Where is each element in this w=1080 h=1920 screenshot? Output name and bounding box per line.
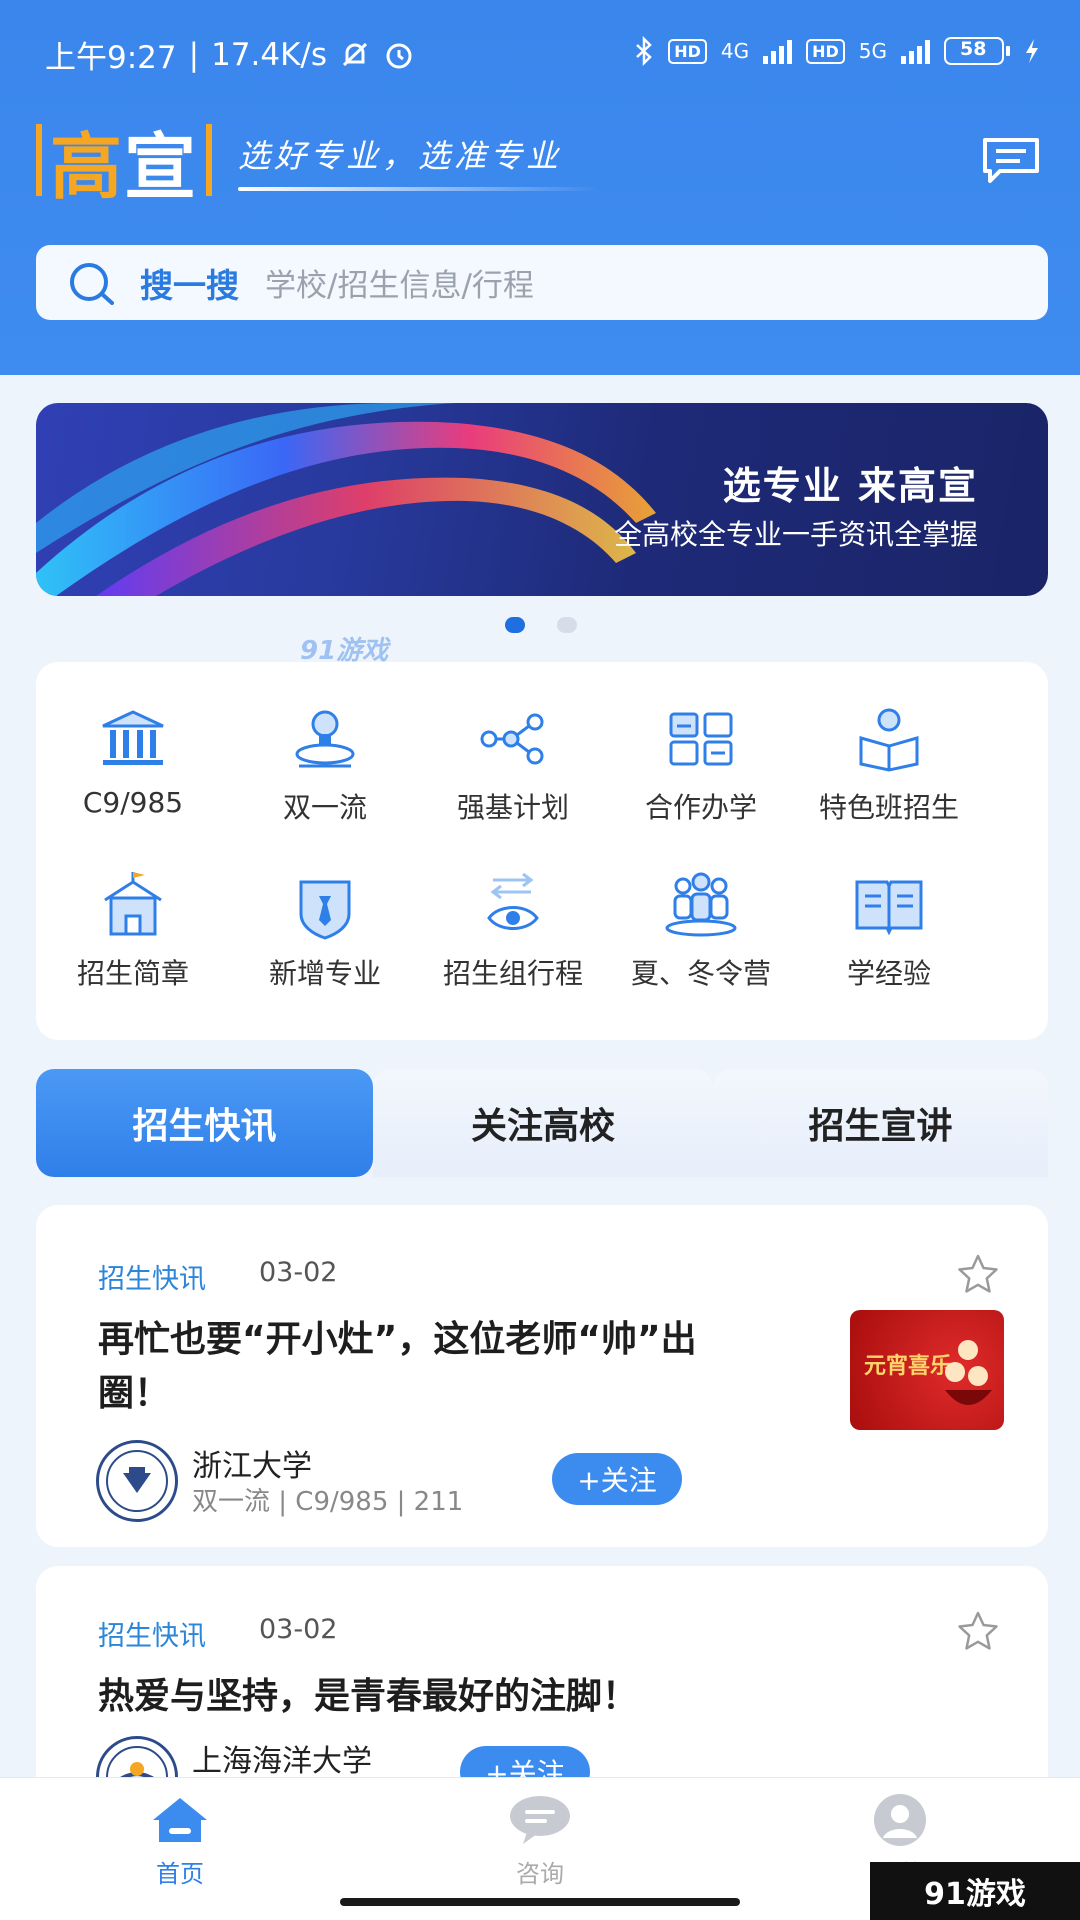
network-speed: 17.4K/s [211, 36, 328, 73]
brand-logo: 高宣 选好专业，选准专业 [36, 120, 599, 209]
app-header: 上午9:27 | 17.4K/s HD 4G HD 5G 58 高宣 选好专业，… [0, 0, 1080, 375]
book-icon [855, 880, 923, 936]
category-camps[interactable]: 夏、冬令营 [606, 870, 796, 992]
group-icon [665, 872, 737, 937]
nav-home[interactable]: 首页 [100, 1792, 260, 1889]
search-bar[interactable]: 搜一搜 学校/招生信息/行程 [36, 245, 1048, 320]
reader-icon [859, 708, 919, 772]
university-logo[interactable] [96, 1440, 178, 1522]
watermark-bottom: 91游戏 [870, 1862, 1080, 1920]
follow-button[interactable]: +关注 [552, 1453, 682, 1505]
news-card[interactable]: 招生快讯 03-02 再忙也要“开小灶”，这位老师“帅”出圈！ 元宵喜乐 浙江大… [36, 1205, 1048, 1547]
news-thumbnail[interactable]: 元宵喜乐 [850, 1310, 1004, 1430]
home-indicator [340, 1898, 740, 1906]
search-label: 搜一搜 [140, 265, 239, 305]
star-icon[interactable] [956, 1610, 1000, 1652]
news-category-tag: 招生快讯 [98, 1264, 206, 1295]
slogan: 选好专业，选准专业 [238, 131, 599, 191]
charging-icon [1026, 39, 1038, 63]
hd-badge: HD [668, 38, 707, 64]
school-icon [104, 872, 162, 936]
bluetooth-icon [636, 36, 652, 66]
star-icon[interactable] [956, 1253, 1000, 1295]
carousel-indicator [505, 617, 577, 633]
category-grid: C9/985 双一流 强基计划 合作办学 特色班招生 招生简章 新增专业 招生组… [36, 662, 1048, 1040]
category-admission-schedule[interactable]: 招生组行程 [418, 870, 608, 992]
tab-admission-news[interactable]: 招生快讯 [36, 1069, 373, 1177]
institution-icon [102, 710, 164, 765]
category-experience[interactable]: 学经验 [794, 870, 984, 992]
tab-followed-schools[interactable]: 关注高校 [373, 1069, 713, 1177]
news-date: 03-02 [259, 1257, 338, 1288]
promo-banner[interactable]: 选专业 来高宣 全高校全专业一手资讯全掌握 [36, 403, 1048, 596]
carousel-dot[interactable] [557, 617, 577, 633]
route-eye-icon [487, 872, 539, 930]
network-type-2: 5G [858, 39, 887, 63]
stamp-icon [295, 710, 355, 768]
signal-icon-2 [901, 38, 930, 64]
category-admission-brochure[interactable]: 招生简章 [38, 870, 228, 992]
badge-icon [299, 880, 351, 940]
tab-admission-talks[interactable]: 招生宣讲 [713, 1069, 1048, 1177]
status-time: 上午9:27 [45, 40, 177, 76]
mute-bell-icon [342, 42, 368, 66]
home-icon [153, 1798, 207, 1842]
search-input[interactable]: 学校/招生信息/行程 [265, 260, 534, 305]
signal-icon [763, 38, 793, 64]
university-name[interactable]: 浙江大学 [192, 1441, 312, 1485]
profile-icon [874, 1794, 926, 1846]
category-strong-base-plan[interactable]: 强基计划 [418, 704, 608, 826]
banner-title: 选专业 来高宣 [722, 464, 978, 508]
university-tags: 双一流 | C9/985 | 211 [192, 1487, 464, 1517]
category-new-major[interactable]: 新增专业 [230, 870, 420, 992]
category-double-first-class[interactable]: 双一流 [230, 704, 420, 826]
chat-icon [510, 1796, 570, 1844]
university-name[interactable]: 上海海洋大学 [192, 1736, 372, 1780]
network-type: 4G [720, 39, 750, 63]
banner-subtitle: 全高校全专业一手资讯全掌握 [613, 518, 978, 551]
status-bar: 上午9:27 | 17.4K/s HD 4G HD 5G 58 [0, 0, 1080, 105]
carousel-dot-active[interactable] [505, 617, 525, 633]
news-category-tag: 招生快讯 [98, 1621, 206, 1652]
news-date: 03-02 [259, 1614, 338, 1645]
news-tabs: 招生宣讲 关注高校 招生快讯 [36, 1069, 1048, 1177]
blocks-icon [669, 712, 733, 766]
news-title[interactable]: 再忙也要“开小灶”，这位老师“帅”出圈！ [98, 1313, 718, 1421]
network-icon [480, 713, 544, 765]
category-c9-985[interactable]: C9/985 [38, 704, 228, 819]
message-icon[interactable] [980, 135, 1042, 185]
search-icon [70, 262, 114, 305]
hd-badge-2: HD [806, 38, 845, 64]
category-special-class[interactable]: 特色班招生 [794, 704, 984, 826]
battery-icon: 58 [944, 37, 1010, 65]
news-title[interactable]: 热爱与坚持，是青春最好的注脚！ [98, 1670, 998, 1724]
alarm-icon [386, 43, 412, 68]
nav-consult[interactable]: 咨询 [460, 1792, 620, 1889]
category-joint-program[interactable]: 合作办学 [606, 704, 796, 826]
